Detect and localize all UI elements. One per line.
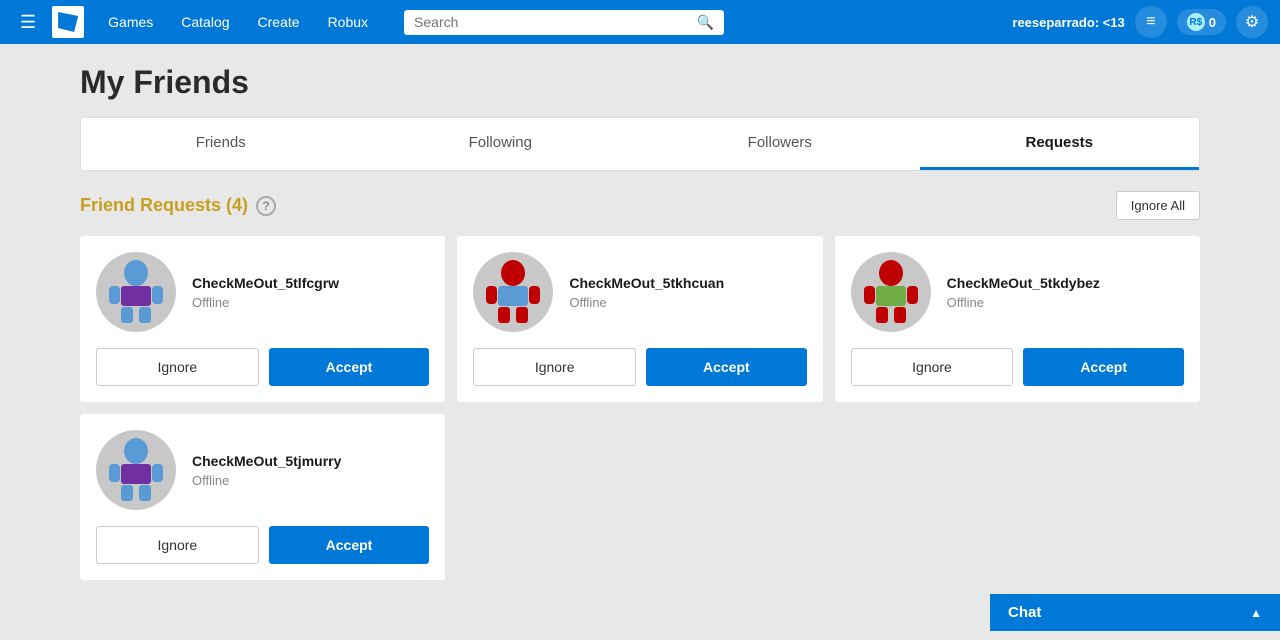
page-title: My Friends xyxy=(80,64,1200,101)
nav-right: reeseparrado: <13 ≡ R$ 0 ⚙ xyxy=(1012,6,1268,38)
accept-button[interactable]: Accept xyxy=(646,348,807,386)
search-bar: 🔍 xyxy=(404,10,724,35)
card-status: Offline xyxy=(192,473,341,488)
card-top: CheckMeOut_5tjmurry Offline xyxy=(96,430,341,510)
hamburger-icon[interactable]: ☰ xyxy=(12,8,44,37)
robux-icon: R$ xyxy=(1187,13,1205,31)
accept-button[interactable]: Accept xyxy=(1023,348,1184,386)
tab-friends[interactable]: Friends xyxy=(81,118,361,170)
robux-count: 0 xyxy=(1209,15,1216,30)
requests-title: Friend Requests (4) ? xyxy=(80,195,276,216)
info-icon[interactable]: ? xyxy=(256,196,276,216)
chat-bar[interactable]: Chat ▲ xyxy=(990,594,1280,631)
card-top: CheckMeOut_5tkdybez Offline xyxy=(851,252,1100,332)
card-buttons: Ignore Accept xyxy=(96,526,429,564)
card-buttons: Ignore Accept xyxy=(473,348,806,386)
card-status: Offline xyxy=(192,295,339,310)
tabs-container: Friends Following Followers Requests xyxy=(80,117,1200,171)
search-icon: 🔍 xyxy=(697,14,714,31)
avatar xyxy=(96,252,176,332)
ignore-all-button[interactable]: Ignore All xyxy=(1116,191,1200,220)
friend-card: CheckMeOut_5tkhcuan Offline Ignore Accep… xyxy=(457,236,822,402)
robux-display[interactable]: R$ 0 xyxy=(1177,9,1226,35)
ignore-button[interactable]: Ignore xyxy=(851,348,1014,386)
avatar xyxy=(96,430,176,510)
card-info: CheckMeOut_5tkdybez Offline xyxy=(947,275,1100,310)
friend-card: CheckMeOut_5tkdybez Offline Ignore Accep… xyxy=(835,236,1200,402)
card-username: CheckMeOut_5tlfcgrw xyxy=(192,275,339,291)
ignore-button[interactable]: Ignore xyxy=(473,348,636,386)
friend-card: CheckMeOut_5tjmurry Offline Ignore Accep… xyxy=(80,414,445,580)
notifications-icon[interactable]: ≡ xyxy=(1135,6,1167,38)
requests-header: Friend Requests (4) ? Ignore All xyxy=(80,191,1200,220)
nav-create[interactable]: Create xyxy=(246,8,312,36)
ignore-button[interactable]: Ignore xyxy=(96,526,259,564)
accept-button[interactable]: Accept xyxy=(269,348,430,386)
username-display[interactable]: reeseparrado: <13 xyxy=(1012,15,1124,30)
card-status: Offline xyxy=(947,295,1100,310)
avatar xyxy=(851,252,931,332)
card-status: Offline xyxy=(569,295,724,310)
ignore-button[interactable]: Ignore xyxy=(96,348,259,386)
card-info: CheckMeOut_5tkhcuan Offline xyxy=(569,275,724,310)
main-content: My Friends Friends Following Followers R… xyxy=(0,44,1280,640)
card-username: CheckMeOut_5tjmurry xyxy=(192,453,341,469)
friends-grid: CheckMeOut_5tlfcgrw Offline Ignore Accep… xyxy=(80,236,1200,580)
search-input[interactable] xyxy=(414,14,697,30)
avatar xyxy=(473,252,553,332)
tab-following[interactable]: Following xyxy=(361,118,641,170)
card-username: CheckMeOut_5tkdybez xyxy=(947,275,1100,291)
tab-followers[interactable]: Followers xyxy=(640,118,920,170)
nav-robux[interactable]: Robux xyxy=(316,8,380,36)
card-info: CheckMeOut_5tlfcgrw Offline xyxy=(192,275,339,310)
nav-links: Games Catalog Create Robux xyxy=(96,8,380,36)
card-top: CheckMeOut_5tlfcgrw Offline xyxy=(96,252,339,332)
friend-card: CheckMeOut_5tlfcgrw Offline Ignore Accep… xyxy=(80,236,445,402)
card-top: CheckMeOut_5tkhcuan Offline xyxy=(473,252,724,332)
roblox-logo[interactable] xyxy=(52,6,84,38)
card-buttons: Ignore Accept xyxy=(96,348,429,386)
card-info: CheckMeOut_5tjmurry Offline xyxy=(192,453,341,488)
chat-label: Chat xyxy=(1008,604,1041,621)
card-username: CheckMeOut_5tkhcuan xyxy=(569,275,724,291)
nav-catalog[interactable]: Catalog xyxy=(169,8,241,36)
chevron-up-icon: ▲ xyxy=(1250,606,1262,620)
nav-games[interactable]: Games xyxy=(96,8,165,36)
tab-requests[interactable]: Requests xyxy=(920,118,1200,170)
settings-icon[interactable]: ⚙ xyxy=(1236,6,1268,38)
card-buttons: Ignore Accept xyxy=(851,348,1184,386)
navbar: ☰ Games Catalog Create Robux 🔍 reeseparr… xyxy=(0,0,1280,44)
accept-button[interactable]: Accept xyxy=(269,526,430,564)
